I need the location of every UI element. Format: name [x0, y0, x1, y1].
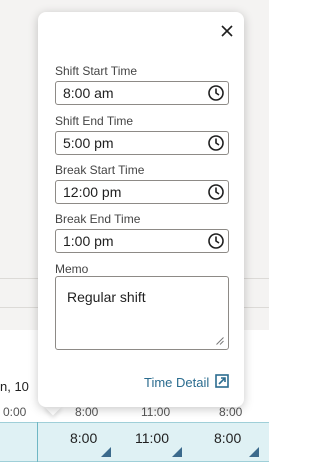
close-button[interactable] — [218, 22, 236, 40]
break-end-value: 1:00 pm — [63, 233, 114, 249]
clock-icon[interactable] — [207, 134, 225, 152]
close-icon — [221, 25, 233, 37]
break-end-input[interactable]: 1:00 pm — [55, 229, 229, 253]
time-tick: 8:00 — [75, 405, 99, 419]
resize-handle-icon[interactable] — [216, 337, 224, 345]
time-tick: 8:00 — [219, 405, 243, 419]
cell-divider — [37, 422, 38, 462]
clock-icon[interactable] — [207, 84, 225, 102]
clock-icon[interactable] — [207, 232, 225, 250]
time-tick: 11:00 — [141, 405, 171, 419]
shift-end-label: Shift End Time — [55, 114, 134, 128]
cell-corner-marker — [101, 447, 111, 457]
time-tick: 0:00 — [3, 405, 27, 419]
clock-icon[interactable] — [207, 183, 225, 201]
shift-start-label: Shift Start Time — [55, 64, 138, 78]
schedule-cell[interactable]: 11:00 — [135, 430, 169, 446]
shift-end-value: 5:00 pm — [63, 135, 114, 151]
break-start-value: 12:00 pm — [63, 184, 122, 200]
memo-textarea[interactable]: Regular shift — [55, 276, 229, 350]
shift-start-input[interactable]: 8:00 am — [55, 81, 229, 105]
schedule-cell[interactable]: 8:00 — [70, 430, 97, 446]
break-start-label: Break Start Time — [55, 163, 145, 177]
schedule-cell[interactable]: 8:00 — [214, 430, 241, 446]
date-label: n, 10 — [0, 379, 29, 394]
memo-label: Memo — [55, 262, 89, 276]
time-detail-link[interactable]: Time Detail — [144, 375, 209, 390]
shift-start-value: 8:00 am — [63, 85, 114, 101]
external-link-icon[interactable] — [215, 374, 229, 388]
break-start-input[interactable]: 12:00 pm — [55, 180, 229, 204]
cell-corner-marker — [172, 447, 182, 457]
memo-value: Regular shift — [67, 289, 146, 305]
shift-end-input[interactable]: 5:00 pm — [55, 131, 229, 155]
break-end-label: Break End Time — [55, 212, 141, 226]
cell-corner-marker — [249, 447, 259, 457]
